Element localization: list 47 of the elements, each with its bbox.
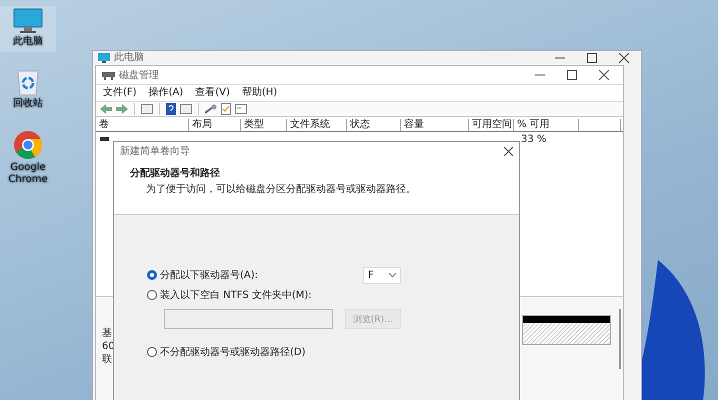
help-icon[interactable]	[166, 103, 176, 115]
browser-icon[interactable]	[13, 130, 43, 160]
option-label[interactable]: 分配以下驱动器号(A):	[160, 268, 258, 282]
option-label[interactable]: 装入以下空白 NTFS 文件夹中(M):	[160, 288, 312, 302]
panel-icon[interactable]	[141, 104, 153, 114]
disk-info-text: 基	[102, 327, 112, 340]
disk-volume-icon	[100, 137, 109, 141]
column-header[interactable]: 状态	[347, 119, 401, 131]
window-icon[interactable]	[235, 104, 247, 114]
window-title: 此电脑	[114, 52, 144, 64]
disk-info-text: 联	[102, 353, 112, 366]
option-label[interactable]: 不分配驱动器号或驱动器路径(D)	[160, 345, 306, 359]
checklist-icon[interactable]	[221, 103, 231, 115]
column-header[interactable]: 卷	[96, 119, 189, 131]
radio-button[interactable]	[147, 290, 157, 300]
recycle-bin-icon[interactable]	[16, 68, 40, 96]
menu-item[interactable]: 文件(F)	[103, 87, 137, 99]
folder-path-field[interactable]	[164, 309, 333, 329]
scrollbar[interactable]	[619, 309, 621, 369]
column-header[interactable]: 可用空间	[469, 119, 514, 131]
page-description: 为了便于访问，可以给磁盘分区分配驱动器号或驱动器路径。	[145, 182, 417, 196]
column-header[interactable]: 布局	[189, 119, 241, 131]
radio-button[interactable]	[147, 347, 157, 357]
desktop-icon-label[interactable]: 回收站	[1, 98, 55, 110]
close-icon[interactable]	[504, 146, 513, 156]
panel-icon[interactable]	[180, 104, 192, 114]
dialog-title: 新建简单卷向导	[120, 144, 190, 158]
close-icon[interactable]	[619, 52, 629, 62]
menu-item[interactable]: 帮助(H)	[242, 87, 278, 99]
forward-arrow-icon[interactable]	[116, 104, 128, 114]
table-cell-text: 33 %	[520, 134, 548, 144]
page-heading: 分配驱动器号和路径	[130, 166, 221, 180]
column-header[interactable]: 文件系统	[287, 119, 347, 131]
radio-button[interactable]	[147, 270, 157, 280]
monitor-icon[interactable]	[13, 8, 43, 34]
menu-item[interactable]: 操作(A)	[148, 87, 184, 99]
monitor-icon	[98, 52, 110, 62]
column-header[interactable]: 容量	[401, 119, 469, 131]
column-header[interactable]: 类型	[241, 119, 287, 131]
desktop-icon-label[interactable]: Google Chrome	[1, 162, 55, 186]
drive-letter-dropdown[interactable]: F	[363, 266, 401, 284]
close-icon[interactable]	[599, 70, 609, 80]
menu-item[interactable]: 查看(V)	[195, 87, 230, 99]
column-header[interactable]: % 可用	[514, 119, 579, 131]
window-title: 磁盘管理	[119, 69, 159, 82]
back-arrow-icon[interactable]	[100, 104, 112, 114]
chevron-down-icon	[389, 273, 396, 277]
